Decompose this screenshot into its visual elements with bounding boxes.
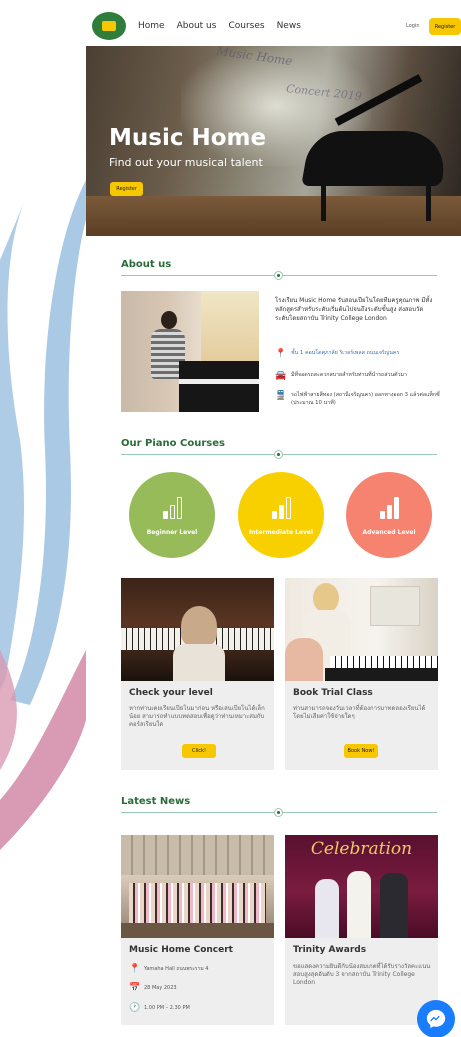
calendar-icon: 📅 <box>129 983 141 993</box>
divider-ornament-icon <box>274 808 283 817</box>
concert-group-photo <box>121 835 274 938</box>
nav-home[interactable]: Home <box>138 21 165 31</box>
beginner-level-circle[interactable]: Beginner Level <box>129 472 215 558</box>
advanced-level-label: Advanced Level <box>362 528 416 536</box>
concert-date-row: 📅 28 May 2023 <box>129 983 177 993</box>
child-piano-photo <box>121 578 274 681</box>
about-parking-text: มีที่จอดรถสะดวกสบายสำหรับท่านที่นำรถส่วน… <box>291 372 407 378</box>
awards-photo: Celebration <box>285 835 438 938</box>
car-icon: 🚘 <box>275 371 287 381</box>
advanced-level-circle[interactable]: Advanced Level <box>346 472 432 558</box>
courses-section-title: Our Piano Courses <box>121 438 225 449</box>
book-trial-button[interactable]: Book Now! <box>344 744 378 758</box>
level-bars-icon <box>271 495 291 519</box>
about-transit: 🚆 รถไฟฟ้าสายสีทอง (สถานีเจริญนคร) ออกทาง… <box>275 391 445 407</box>
about-transit-text: รถไฟฟ้าสายสีทอง (สถานีเจริญนคร) ออกทางออ… <box>291 392 440 406</box>
about-photo <box>121 291 259 412</box>
logo-mark <box>102 21 116 31</box>
concert-location-row: 📍 Yamaha Hall ถนนพระราม 4 <box>129 964 208 974</box>
concert-time-row: 🕐 1.00 PM – 2.30 PM <box>129 1003 190 1013</box>
train-icon: 🚆 <box>275 391 287 401</box>
nav-about[interactable]: About us <box>177 21 217 31</box>
concert-location: Yamaha Hall ถนนพระราม 4 <box>144 966 209 972</box>
divider-ornament-icon <box>274 450 283 459</box>
photo-stage <box>121 923 274 938</box>
about-section-title: About us <box>121 259 172 270</box>
register-button[interactable]: Register <box>429 18 461 35</box>
concert-title: Music Home Concert <box>129 945 233 955</box>
book-trial-card: Book Trial Class ท่านสามารถจองวันเวลาที่… <box>285 578 438 770</box>
check-level-button[interactable]: Click! <box>182 744 216 758</box>
login-link[interactable]: Login <box>406 23 420 29</box>
hero-subtitle: Find out your musical talent <box>109 156 263 169</box>
about-parking: 🚘 มีที่จอดรถสะดวกสบายสำหรับท่านที่นำรถส่… <box>275 371 445 381</box>
awards-title: Trinity Awards <box>293 945 367 955</box>
photo-sheet-music <box>370 586 420 626</box>
concert-date: 28 May 2023 <box>144 985 177 991</box>
clock-icon: 🕐 <box>129 1003 141 1013</box>
photo-student <box>285 638 323 681</box>
header: Home About us Courses News Login Registe… <box>86 0 461 46</box>
piano-leg <box>321 181 326 221</box>
about-location[interactable]: 📍 ชั้น 1 คอนโดศุภาลัย ริเวอร์เพลส ถนนเจร… <box>275 349 445 359</box>
photo-person-head <box>161 311 177 329</box>
nav-courses[interactable]: Courses <box>228 21 264 31</box>
location-pin-icon: 📍 <box>275 349 287 359</box>
awards-text: ขอแสดงความยินดีกับน้องสมเกตที่ได้รับรางว… <box>293 963 431 986</box>
photo-award-person <box>315 879 339 938</box>
about-location-text: ชั้น 1 คอนโดศุภาลัย ริเวอร์เพลส ถนนเจริญ… <box>291 350 400 356</box>
location-pin-icon: 📍 <box>129 964 141 974</box>
hero-title: Music Home <box>109 125 267 151</box>
photo-award-person <box>347 871 371 938</box>
check-level-title: Check your level <box>129 688 213 698</box>
photo-hall-wall <box>121 835 274 875</box>
book-trial-text: ท่านสามารถจองวันเวลาที่ต้องการมาทดลองเรี… <box>293 705 426 720</box>
photo-piano <box>325 668 438 681</box>
hero-register-button[interactable]: Register <box>110 182 143 196</box>
photo-wall <box>201 291 259 371</box>
news-awards-card[interactable]: Celebration Trinity Awards ขอแสดงความยิน… <box>285 835 438 1025</box>
concert-time: 1.00 PM – 2.30 PM <box>144 1005 190 1011</box>
check-level-card: Check your level หากท่านเคยเรียนเปียโนมา… <box>121 578 274 770</box>
photo-piano-keys <box>179 379 259 384</box>
hero-banner: Music Home Concert 2019 Music Home Find … <box>86 46 461 236</box>
grand-piano <box>301 131 451 186</box>
teacher-student-photo <box>285 578 438 681</box>
level-bars-icon <box>379 495 399 519</box>
check-level-text: หากท่านเคยเรียนเปียโนมาก่อน หรือเล่นเปีย… <box>129 705 265 728</box>
intermediate-level-circle[interactable]: Intermediate Level <box>238 472 324 558</box>
celebration-banner: Celebration <box>310 839 413 859</box>
photo-upright-piano <box>179 361 259 412</box>
photo-group-people <box>129 883 266 923</box>
messenger-icon <box>426 1009 446 1029</box>
messenger-chat-button[interactable] <box>417 1000 455 1037</box>
photo-piano-keys <box>330 656 438 668</box>
book-trial-title: Book Trial Class <box>293 688 373 698</box>
main-nav: Home About us Courses News <box>138 21 301 31</box>
nav-news[interactable]: News <box>277 21 301 31</box>
music-home-logo[interactable] <box>92 12 126 40</box>
photo-award-person <box>380 873 408 938</box>
page: Home About us Courses News Login Registe… <box>86 0 461 1037</box>
news-concert-card[interactable]: Music Home Concert 📍 Yamaha Hall ถนนพระร… <box>121 835 274 1025</box>
photo-child-body <box>173 644 225 681</box>
level-bars-icon <box>162 495 182 519</box>
news-section-title: Latest News <box>121 796 191 807</box>
divider-ornament-icon <box>274 271 283 280</box>
photo-teacher <box>313 583 339 613</box>
intermediate-level-label: Intermediate Level <box>248 528 314 536</box>
hero-stage-floor <box>86 196 461 236</box>
about-description: โรงเรียน Music Home รับสอนเปียโนโดยทีมคร… <box>275 297 433 322</box>
beginner-level-label: Beginner Level <box>146 528 198 536</box>
photo-child <box>181 606 217 646</box>
piano-leg <box>426 181 431 221</box>
